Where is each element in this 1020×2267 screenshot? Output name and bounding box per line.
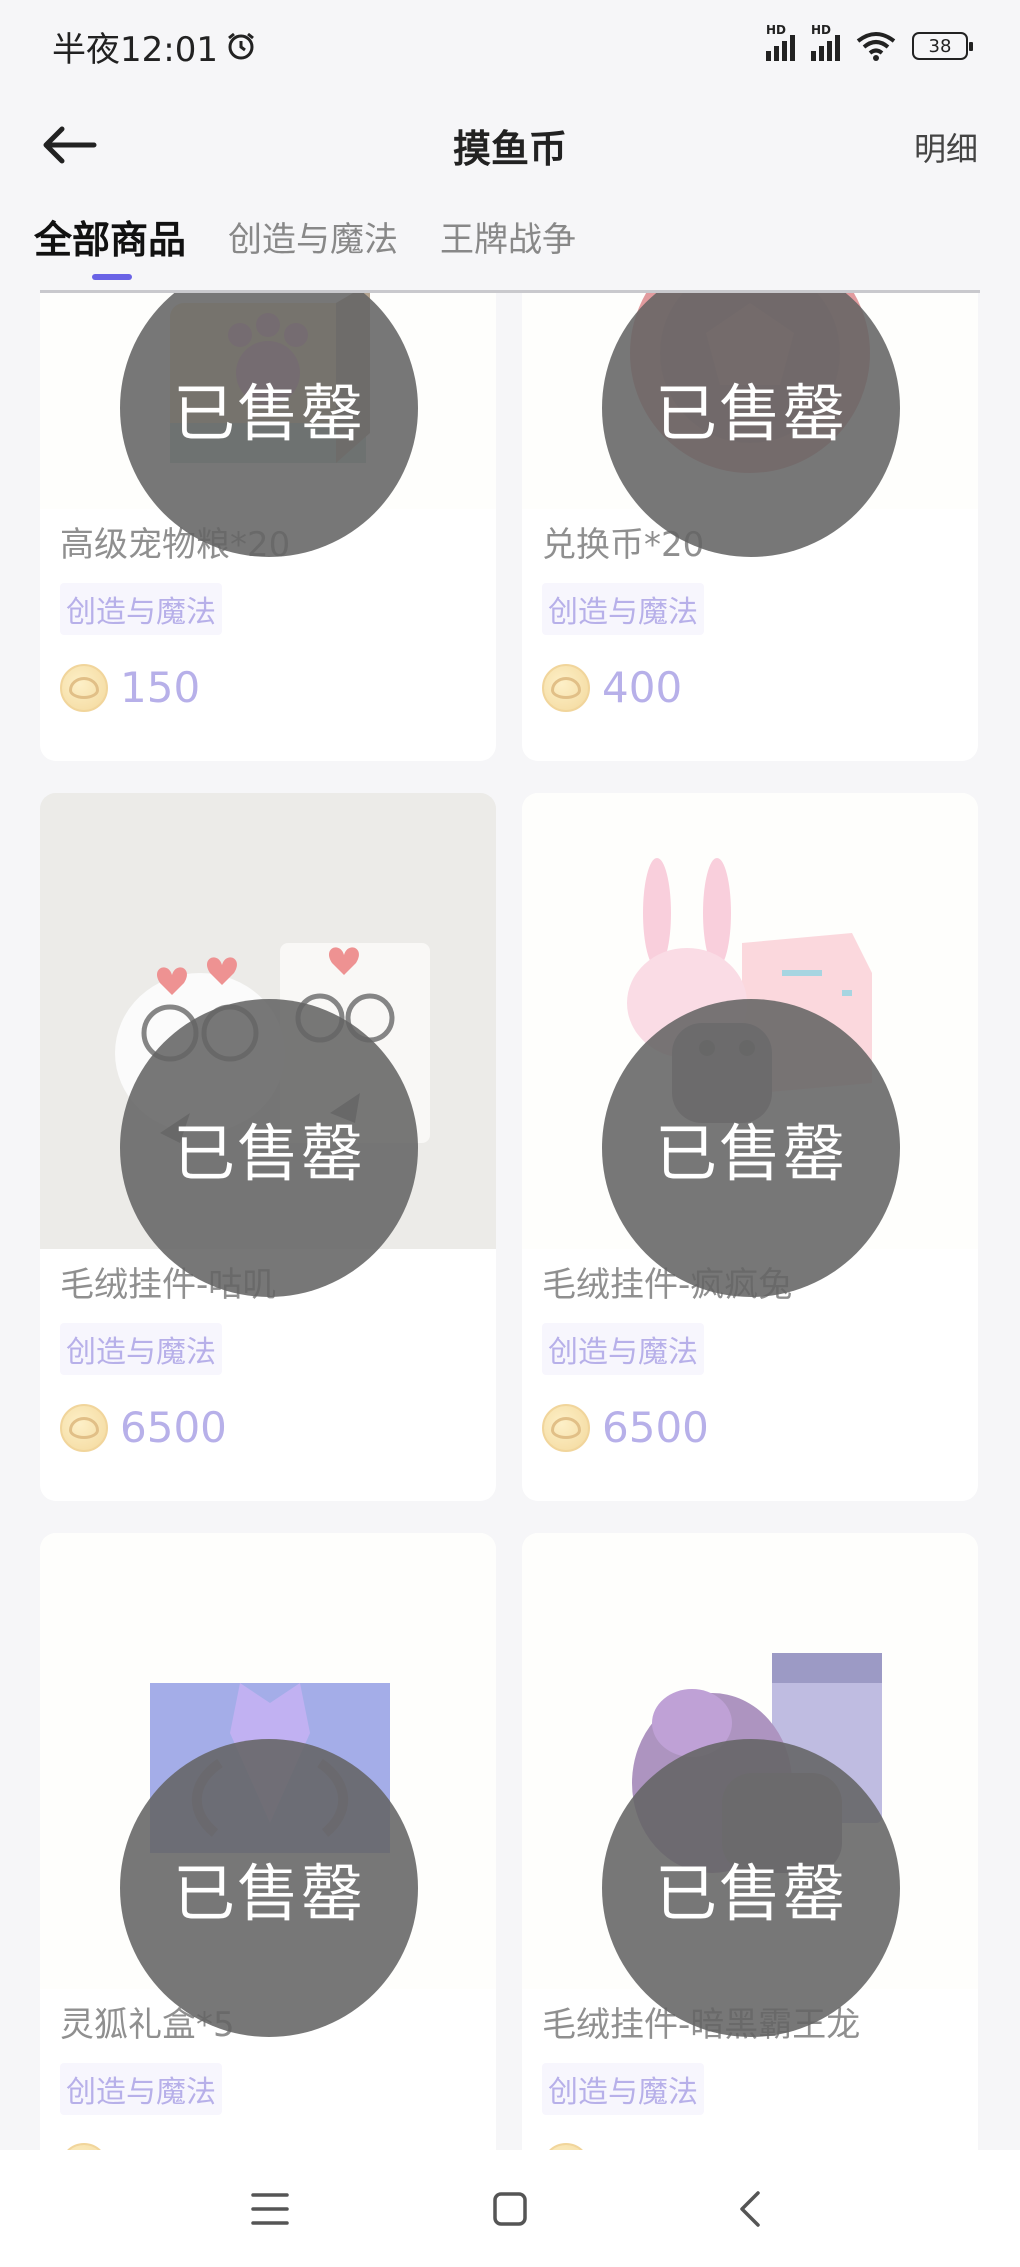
product-tag: 创造与魔法	[60, 1323, 222, 1375]
product-grid: 高级宠物粮*20 创造与魔法 150 已售罄 兑换币*20 创造与魔法 400 …	[40, 293, 978, 2150]
signal-icon: HD	[766, 23, 795, 61]
arrow-left-icon	[43, 126, 97, 164]
product-card[interactable]: 毛绒挂件-暗黑霸王龙 创造与魔法 已售罄	[522, 1533, 978, 2150]
product-price: 6500	[120, 1403, 227, 1452]
tab-ace-war[interactable]: 王牌战争	[440, 210, 576, 270]
signal-icon-2: HD	[811, 23, 840, 61]
coin-icon	[542, 1403, 590, 1452]
sold-out-badge: 已售罄	[120, 999, 418, 1297]
price-row: 6500	[60, 1403, 476, 1452]
product-tag: 创造与魔法	[542, 2063, 704, 2115]
menu-button[interactable]	[240, 2179, 300, 2239]
sold-out-badge: 已售罄	[120, 1739, 418, 2037]
product-price: 6500	[602, 1403, 709, 1452]
battery-level: 38	[928, 35, 952, 57]
product-tag: 创造与魔法	[60, 583, 222, 635]
wifi-icon	[856, 32, 896, 61]
tab-active-indicator	[92, 274, 132, 280]
tab-all-products[interactable]: 全部商品	[34, 210, 186, 280]
product-price: 400	[602, 663, 683, 712]
back-icon	[740, 2190, 760, 2227]
product-list[interactable]: 高级宠物粮*20 创造与魔法 150 已售罄 兑换币*20 创造与魔法 400 …	[0, 293, 1020, 2150]
category-tabs: 全部商品 创造与魔法 王牌战争	[0, 210, 1020, 294]
coin-icon	[542, 2143, 590, 2150]
status-time: 半夜12:01	[52, 29, 218, 70]
status-bar: 半夜12:01 HD HD 38	[0, 0, 1020, 92]
header: 摸鱼币 明细	[0, 100, 1020, 190]
price-row	[542, 2143, 958, 2150]
page-title: 摸鱼币	[452, 126, 567, 171]
product-tag: 创造与魔法	[542, 1323, 704, 1375]
coin-icon	[542, 663, 590, 712]
home-icon	[493, 2191, 527, 2226]
home-button[interactable]	[480, 2179, 540, 2239]
alarm-icon	[228, 32, 254, 60]
sold-out-badge: 已售罄	[602, 1739, 900, 2037]
system-back-button[interactable]	[720, 2179, 780, 2239]
price-row: 400	[542, 663, 958, 712]
menu-icon	[251, 2192, 289, 2225]
coin-icon	[60, 1403, 108, 1452]
status-left: 半夜12:01	[52, 22, 256, 71]
tab-create-magic[interactable]: 创造与魔法	[228, 210, 398, 270]
price-row: 150	[60, 663, 476, 712]
back-button[interactable]	[40, 118, 104, 172]
price-row	[60, 2143, 476, 2150]
status-right: HD HD 38	[766, 23, 973, 61]
coin-icon	[60, 2143, 108, 2150]
product-card[interactable]: 毛绒挂件-咕叽 创造与魔法 6500 已售罄	[40, 793, 496, 1501]
detail-link[interactable]: 明细	[914, 124, 978, 170]
sold-out-badge: 已售罄	[602, 999, 900, 1297]
product-tag: 创造与魔法	[542, 583, 704, 635]
product-card[interactable]: 毛绒挂件-疯疯兔 创造与魔法 6500 已售罄	[522, 793, 978, 1501]
price-row: 6500	[542, 1403, 958, 1452]
product-card[interactable]: 兑换币*20 创造与魔法 400 已售罄	[522, 293, 978, 761]
system-nav-bar	[0, 2150, 1020, 2267]
coin-icon	[60, 663, 108, 712]
product-price: 150	[120, 663, 201, 712]
battery-icon: 38	[912, 32, 973, 60]
product-card[interactable]: 高级宠物粮*20 创造与魔法 150 已售罄	[40, 293, 496, 761]
product-tag: 创造与魔法	[60, 2063, 222, 2115]
product-card[interactable]: 灵狐礼盒*5 创造与魔法 已售罄	[40, 1533, 496, 2150]
